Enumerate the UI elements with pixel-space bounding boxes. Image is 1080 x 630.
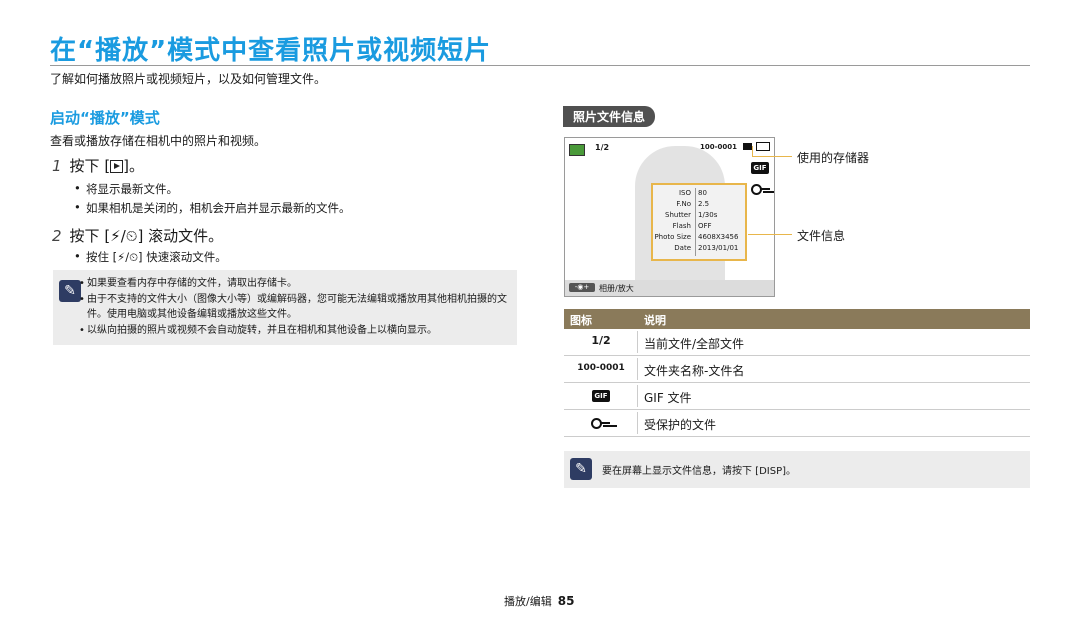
note-item: 以纵向拍摄的照片或视频不会自动旋转，并且在相机和其他设备上以横向显示。 xyxy=(79,323,512,338)
page-title: 在“播放”模式中查看照片或视频短片 xyxy=(50,36,492,66)
note-item: 如果要查看内存中存储的文件，请取出存储卡。 xyxy=(79,276,512,291)
title-divider xyxy=(50,65,1030,66)
file-info-badge: 照片文件信息 xyxy=(563,106,656,127)
page-intro: 了解如何播放照片或视频短片，以及如何管理文件。 xyxy=(50,72,327,86)
gif-icon: GIF xyxy=(751,162,769,174)
callout-line xyxy=(752,146,753,156)
section-desc: 查看或播放存储在相机中的照片和视频。 xyxy=(50,134,267,148)
screen-bottom-bar: -◉+ 相册/放大 xyxy=(565,280,774,296)
step-1: 1 按下 []。 xyxy=(52,157,145,175)
callout-line xyxy=(748,234,792,235)
callout-info: 文件信息 xyxy=(797,229,846,243)
list-item: 按住 [⚡/⏲] 快速滚动文件。 xyxy=(74,249,227,265)
page-number: 85 xyxy=(557,594,575,608)
note-icon: ✎ xyxy=(59,280,81,302)
table-row: 受保护的文件 xyxy=(564,410,1030,437)
key-icon xyxy=(751,184,771,195)
section-heading: 启动“播放”模式 xyxy=(50,109,160,127)
folder-file-number: 100-0001 xyxy=(700,143,737,151)
memory-card-icon xyxy=(743,143,752,150)
table-row: 1/2 当前文件/全部文件 xyxy=(564,329,1030,356)
file-counter: 1/2 xyxy=(595,143,610,152)
zoom-label: 相册/放大 xyxy=(599,284,634,293)
gif-icon: GIF xyxy=(592,390,610,402)
info-divider xyxy=(695,188,696,256)
table-header: 图标 说明 xyxy=(564,309,1030,329)
camera-screen: 1/2 100-0001 GIF ISO 80 F.No 2.5 Shutter… xyxy=(564,137,775,297)
note-box: ✎ 要在屏幕上显示文件信息，请按下 [DISP]。 xyxy=(564,451,1030,488)
table-row: 100-0001 文件夹名称-文件名 xyxy=(564,356,1030,383)
note-item: 由于不支持的文件大小（图像大小等）或编解码器，您可能无法编辑或播放用其他相机拍摄… xyxy=(79,292,512,322)
battery-icon xyxy=(756,142,770,151)
note-icon: ✎ xyxy=(570,458,592,480)
playback-button-icon xyxy=(110,160,124,173)
photo-thumbnail-icon xyxy=(569,144,585,156)
zoom-control-icon: -◉+ xyxy=(569,283,595,292)
key-icon xyxy=(591,418,611,429)
list-item: 将显示最新文件。 xyxy=(74,181,178,197)
list-item: 如果相机是关闭的，相机会开启并显示最新的文件。 xyxy=(74,200,350,216)
callout-storage: 使用的存储器 xyxy=(797,151,870,165)
callout-line xyxy=(752,156,792,157)
page-footer: 播放/编辑 85 xyxy=(504,594,575,608)
note-text: 要在屏幕上显示文件信息，请按下 [DISP]。 xyxy=(602,466,797,477)
table-row: GIF GIF 文件 xyxy=(564,383,1030,410)
file-info-overlay: ISO 80 F.No 2.5 Shutter 1/30s Flash OFF … xyxy=(651,183,747,261)
step-2: 2 按下 [⚡/⏲] 滚动文件。 xyxy=(52,227,224,245)
